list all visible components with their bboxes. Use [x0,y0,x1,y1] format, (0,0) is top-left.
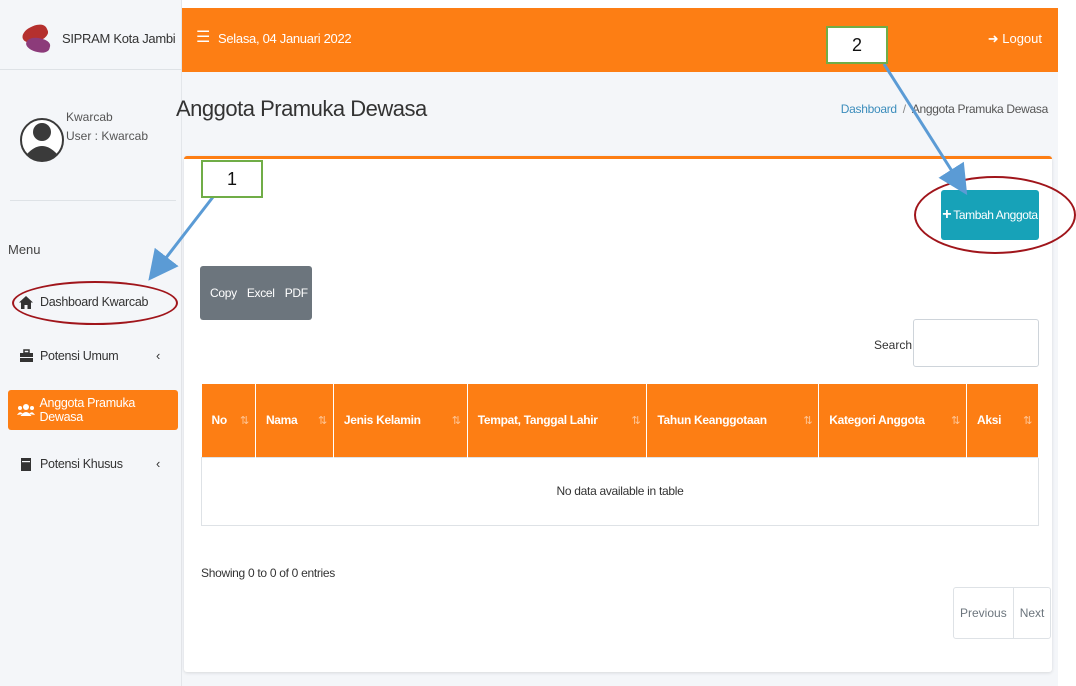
pdf-button[interactable]: PDF [285,286,308,300]
logout-link[interactable]: ➜ Logout [988,31,1042,47]
sidebar-item-potensi-khusus[interactable]: Potensi Khusus ‹ [8,444,178,484]
excel-button[interactable]: Excel [247,286,275,300]
sign-out-icon: ➜ [987,31,1003,46]
home-icon [16,294,36,310]
avatar [20,94,64,186]
hamburger-menu-icon[interactable]: ☰ [196,27,210,47]
column-header-kategori-anggota[interactable]: Kategori Anggota ⇅ [818,384,968,457]
sort-icon: ⇅ [240,415,249,427]
page-title: Anggota Pramuka Dewasa [176,96,427,121]
column-header-jenis-kelamin[interactable]: Jenis Kelamin ⇅ [333,384,468,457]
brand[interactable]: SIPRAM Kota Jambi [0,8,182,70]
logout-label: Logout [1002,31,1042,46]
plus-icon: + [942,206,952,223]
sidebar-divider [10,200,176,201]
sidebar-item-potensi-umum[interactable]: Potensi Umum ‹ [8,336,178,376]
breadcrumb: Dashboard / Anggota Pramuka Dewasa [841,102,1049,116]
chevron-left-icon: ‹ [155,348,160,363]
menu-header: Menu [8,242,41,257]
user-name: Kwarcab [66,110,113,124]
sort-icon: ⇅ [1023,415,1032,427]
brand-logo-icon [19,20,54,56]
sidebar: SIPRAM Kota Jambi Kwarcab User : Kwarcab… [0,0,182,686]
sidebar-item-label: Anggota Pramuka Dewasa [39,396,136,424]
search-input[interactable] [913,319,1039,367]
column-header-nama[interactable]: Nama ⇅ [255,384,334,457]
sort-icon: ⇅ [451,415,461,427]
next-page-button[interactable]: Next [1012,588,1051,638]
brand-name: SIPRAM Kota Jambi [62,31,176,46]
empty-table-message: No data available in table [201,456,1039,526]
pagination: Previous Next [953,587,1052,639]
breadcrumb-separator: / [902,102,906,116]
current-date: Selasa, 04 Januari 2022 [218,31,352,46]
sort-icon: ⇅ [803,415,813,427]
table-row: No data available in table [201,456,1039,526]
breadcrumb-current: Anggota Pramuka Dewasa [911,102,1048,116]
callout-1: 1 [201,160,263,198]
sort-icon: ⇅ [951,415,961,427]
sort-icon: ⇅ [631,415,641,427]
chevron-left-icon: ‹ [155,456,160,471]
top-navbar: ☰ Selasa, 04 Januari 2022 ➜ Logout [182,8,1058,72]
table-header-row: No ⇅ Nama ⇅ Jenis Kelamin ⇅ Tempat, Tanggal… [201,384,1039,457]
sort-icon: ⇅ [317,415,327,427]
column-header-no[interactable]: No ⇅ [201,384,256,457]
book-icon [16,456,36,472]
briefcase-icon [16,348,36,364]
column-header-aksi[interactable]: Aksi ⇅ [966,384,1039,457]
sidebar-item-dashboard-kwarcab[interactable]: Dashboard Kwarcab [8,282,178,322]
breadcrumb-home-link[interactable]: Dashboard [841,102,897,116]
column-header-tempat-tanggal-lahir[interactable]: Tempat, Tanggal Lahir ⇅ [467,384,648,457]
add-member-button[interactable]: + Tambah Anggota [941,190,1039,240]
sidebar-item-label: Potensi Khusus [40,457,123,471]
sidebar-item-label: Potensi Umum [40,349,119,363]
sidebar-item-anggota-pramuka-dewasa[interactable]: Anggota Pramuka Dewasa [8,390,178,430]
user-role: User : Kwarcab [66,129,149,143]
copy-button[interactable]: Copy [210,286,237,300]
column-header-tahun-keanggotaan[interactable]: Tahun Keanggotaan ⇅ [646,384,820,457]
table-info: Showing 0 to 0 of 0 entries [201,566,335,580]
export-button-group: Copy Excel PDF [200,266,312,320]
user-panel: Kwarcab User : Kwarcab [0,80,182,200]
sidebar-item-label: Dashboard Kwarcab [40,295,149,309]
members-table: No ⇅ Nama ⇅ Jenis Kelamin ⇅ Tempat, Tanggal… [201,384,1039,526]
search-label: Search: [874,338,916,352]
callout-2: 2 [826,26,888,64]
users-icon [16,402,36,418]
add-member-label: Tambah Anggota [953,208,1038,222]
previous-page-button[interactable]: Previous [954,588,1013,638]
